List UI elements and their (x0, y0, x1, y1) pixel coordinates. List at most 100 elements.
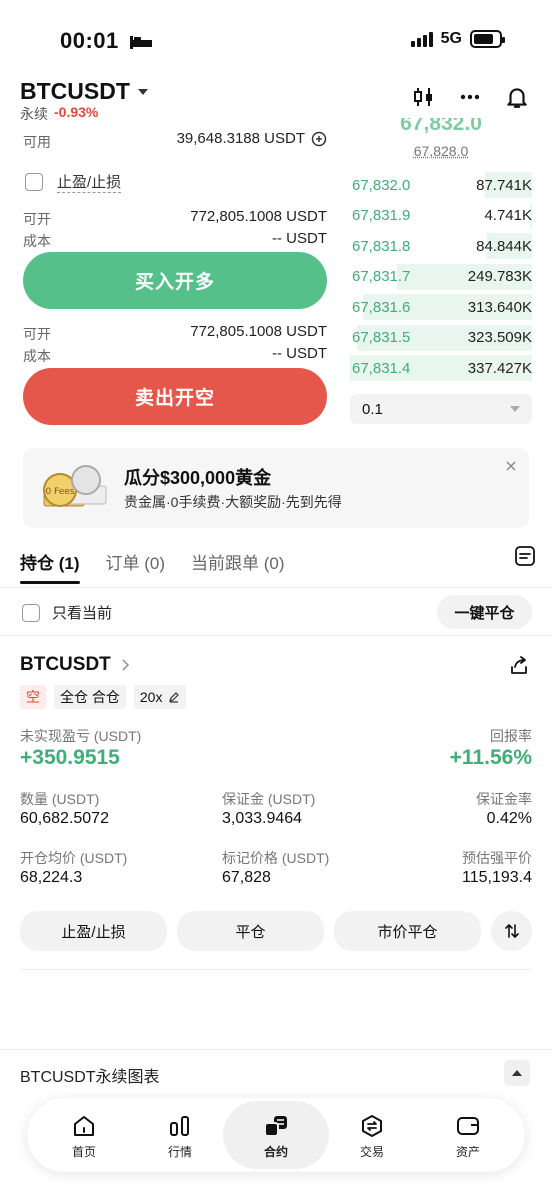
chevron-down-icon (137, 88, 148, 95)
coin-badge-text: 0 Fees (45, 487, 74, 497)
orderbook-price: 67,831.9 (352, 207, 411, 224)
buy-open-value: 772,805.1008 USDT (190, 208, 327, 225)
orderbook-row[interactable]: 67,831.4 337.427K (350, 353, 532, 383)
only-current-label: 只看当前 (52, 605, 113, 622)
nav-home[interactable]: 首页 (44, 1108, 124, 1164)
only-current-toggle[interactable]: 只看当前 (22, 602, 112, 623)
orderbook-row[interactable]: 67,832.0 87.741K (350, 170, 532, 200)
liq-price-label: 预估强平价 (462, 850, 532, 866)
entry-price-value: 68,224.3 (20, 869, 83, 886)
trade-icon (362, 1114, 382, 1137)
margin-value: 3,033.9464 (222, 810, 303, 827)
nav-home-label: 首页 (71, 1144, 96, 1159)
filter-divider (0, 635, 552, 636)
reverse-position-button[interactable] (491, 911, 532, 951)
orderbook-row[interactable]: 67,831.6 313.640K (350, 292, 532, 322)
order-history-icon[interactable] (514, 545, 536, 567)
add-funds-icon[interactable] (311, 131, 327, 147)
battery-icon (470, 30, 505, 48)
depth-step-select[interactable]: 0.1 (350, 394, 532, 424)
orderbook-price: 67,831.7 (352, 268, 411, 285)
nav-assets-label: 资产 (455, 1144, 480, 1159)
mark-price: 67,828.0 (413, 143, 469, 159)
buy-cost-value: -- USDT (272, 230, 327, 247)
more-icon[interactable] (458, 85, 482, 109)
nav-market[interactable]: 行情 (140, 1108, 220, 1164)
network-label: 5G (440, 30, 462, 47)
sell-open-value: 772,805.1008 USDT (190, 323, 327, 340)
margin-ratio-label: 保证金率 (476, 791, 532, 807)
mark-price-label: 标记价格 (USDT) (222, 850, 330, 866)
tab-copy-trades[interactable]: 当前跟单 (0) (191, 549, 285, 574)
position-tags: 空 全仓 合仓 20x (20, 685, 187, 709)
depth-step-value: 0.1 (362, 400, 383, 418)
tpsl-button[interactable]: 止盈/止损 (20, 911, 167, 951)
position-symbol[interactable]: BTCUSDT (20, 654, 131, 676)
edit-icon (169, 692, 180, 703)
margin-mode-badge: 全仓 合仓 (54, 685, 126, 709)
pair-subline: 永续 -0.93% (20, 104, 98, 124)
orderbook-row[interactable]: 67,831.9 4.741K (350, 201, 532, 231)
gold-coins-icon: 0 Fees (43, 465, 107, 507)
chart-section-label[interactable]: BTCUSDT永续图表 (20, 1063, 160, 1087)
close-all-button[interactable]: 一键平仓 (437, 595, 532, 629)
nav-trade[interactable]: 交易 (332, 1108, 412, 1164)
swap-arrows-icon (504, 924, 519, 938)
status-time-text: 00:01 (60, 28, 119, 53)
tab-orders[interactable]: 订单 (0) (106, 549, 166, 574)
liq-price-value: 115,193.4 (462, 869, 532, 886)
orderbook-amount: 87.741K (476, 176, 532, 194)
buy-long-button[interactable]: 买入开多 (23, 252, 327, 309)
chart-divider (0, 1049, 552, 1050)
available-row: 39,648.3188 USDT (160, 130, 327, 147)
margin-label: 保证金 (USDT) (222, 791, 316, 807)
expand-chart-button[interactable] (504, 1060, 530, 1086)
nav-trade-label: 交易 (359, 1144, 384, 1159)
available-label: 可用 (23, 134, 51, 150)
tpsl-checkbox[interactable] (25, 173, 43, 191)
mark-price-value: 67,828 (222, 869, 271, 886)
chevron-up-icon (512, 1070, 522, 1076)
signal-icon (410, 31, 433, 47)
pnl-label: 未实现盈亏 (USDT) (20, 728, 142, 744)
price-change: -0.93% (54, 104, 99, 120)
banner-title: 瓜分$300,000黄金 (124, 468, 272, 488)
tpsl-toggle[interactable]: 止盈/止损 (25, 171, 122, 193)
orderbook-price: 67,832.0 (352, 176, 411, 194)
orderbook-amount: 4.741K (484, 207, 532, 224)
last-price[interactable]: 67,832.0 (350, 118, 532, 138)
orderbook-amount: 337.427K (467, 359, 532, 377)
status-time: 00:01 (60, 28, 153, 54)
quantity-value: 60,682.5072 (20, 810, 109, 827)
only-current-checkbox[interactable] (22, 603, 40, 622)
orderbook-row[interactable]: 67,831.7 249.783K (350, 262, 532, 292)
close-icon[interactable] (505, 460, 517, 472)
leverage-badge[interactable]: 20x (133, 685, 187, 709)
candlestick-icon[interactable] (412, 85, 436, 109)
sell-short-button[interactable]: 卖出开空 (23, 368, 327, 425)
chevron-down-icon (510, 406, 520, 412)
sell-open-label: 可开 (23, 326, 51, 342)
share-icon[interactable] (508, 655, 530, 677)
orderbook-amount: 323.509K (467, 329, 532, 346)
position-symbol-text: BTCUSDT (20, 654, 111, 675)
nav-market-label: 行情 (167, 1144, 192, 1159)
market-close-button[interactable]: 市价平仓 (334, 911, 481, 951)
orderbook-amount: 84.844K (476, 237, 532, 255)
orderbook-price: 67,831.8 (352, 237, 411, 255)
orderbook-amount: 249.783K (467, 268, 532, 285)
orderbook-price: 67,831.4 (352, 359, 411, 377)
close-position-button[interactable]: 平仓 (177, 911, 324, 951)
tab-positions[interactable]: 持仓 (1) (20, 549, 80, 584)
roe-label: 回报率 (490, 728, 532, 744)
pnl-value: +350.9515 (20, 746, 120, 769)
bell-icon[interactable] (504, 84, 530, 110)
nav-futures[interactable]: 合约 (236, 1108, 316, 1164)
orderbook-price: 67,831.6 (352, 298, 411, 316)
pair-selector[interactable]: BTCUSDT (20, 78, 148, 105)
orderbook-row[interactable]: 67,831.8 84.844K (350, 231, 532, 261)
status-indicators: 5G (410, 30, 505, 48)
banner-subtitle: 贵金属·0手续费·大额奖励·先到先得 (124, 494, 342, 510)
nav-assets[interactable]: 资产 (428, 1108, 508, 1164)
orderbook-row[interactable]: 67,831.5 323.509K (350, 323, 532, 353)
